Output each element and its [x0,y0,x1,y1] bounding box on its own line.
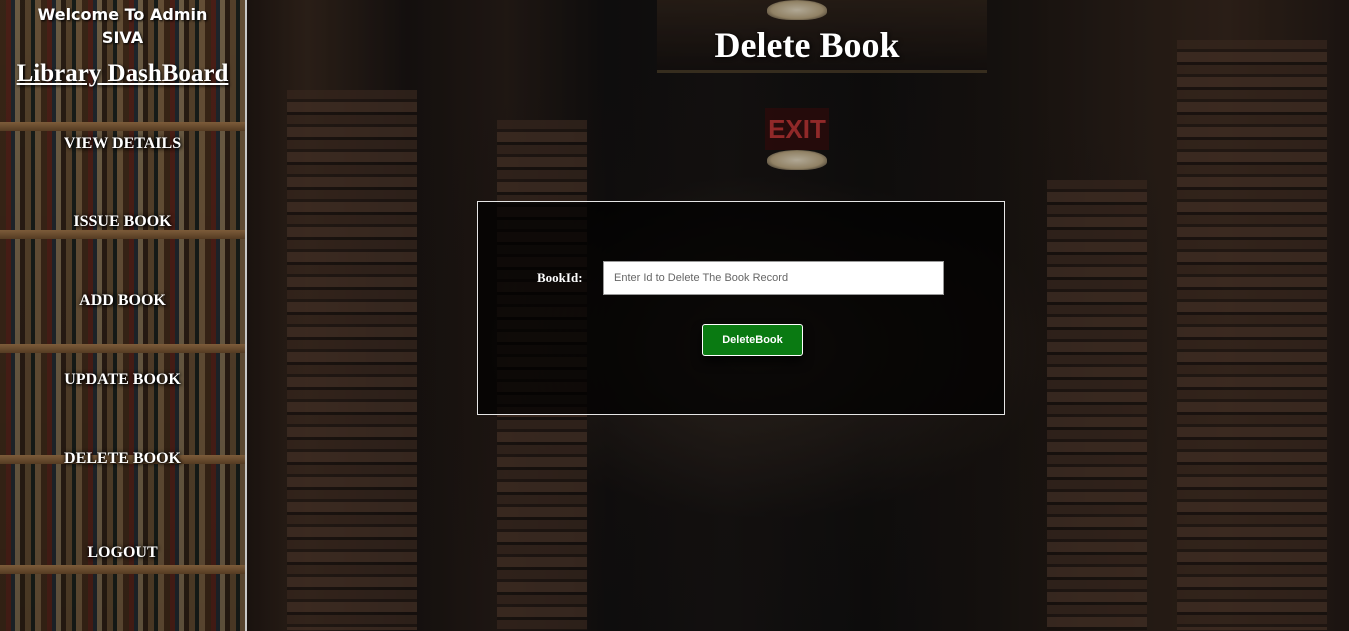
welcome-message: Welcome To Admin SIVA [0,3,245,49]
nav-logout[interactable]: LOGOUT [0,544,245,562]
admin-page: Welcome To Admin SIVA Library DashBoard … [0,0,1349,631]
nav-delete-book[interactable]: DELETE BOOK [0,450,245,468]
delete-book-form: BookId: DeleteBook [477,201,1005,415]
sidebar-overlay [0,0,245,631]
nav-view-details[interactable]: VIEW DETAILS [0,135,245,153]
nav-update-book[interactable]: UPDATE BOOK [0,371,245,389]
sidebar: Welcome To Admin SIVA Library DashBoard … [0,0,247,631]
dashboard-title: Library DashBoard [16,60,229,87]
book-id-label: BookId: [537,270,583,285]
main-content: EXIT Delete Book BookId: DeleteBook [247,0,1349,631]
nav-issue-book[interactable]: ISSUE BOOK [0,213,245,231]
welcome-text: Welcome To Admin [37,5,208,24]
book-id-input[interactable] [603,261,944,295]
delete-book-button[interactable]: DeleteBook [702,324,803,356]
nav-add-book[interactable]: ADD BOOK [0,292,245,310]
admin-name: SIVA [101,28,144,47]
page-title: Delete Book [714,25,900,65]
